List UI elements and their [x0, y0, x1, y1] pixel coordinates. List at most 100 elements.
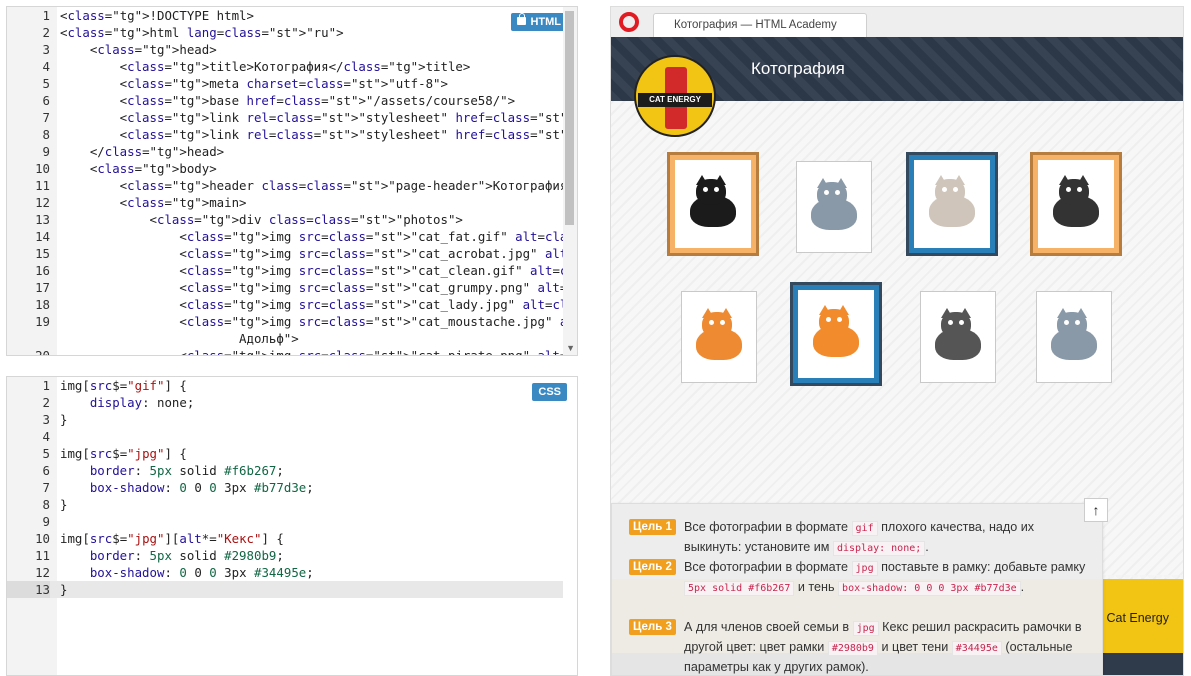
code-line[interactable]: 11 border: 5px solid #2980b9;: [7, 547, 563, 564]
code-line[interactable]: 16 <class="tg">img src=class="st">"cat_c…: [7, 262, 577, 279]
html-editor[interactable]: 1 <class="tg">!DOCTYPE html> 2 <class="tg">…: [6, 6, 578, 356]
code-text[interactable]: <class="tg">img src=class="st">"cat_fat.…: [60, 228, 577, 245]
code-text[interactable]: img[src$="gif"] {: [60, 377, 187, 394]
code-text[interactable]: <class="tg">main>: [60, 194, 247, 211]
code-text[interactable]: <class="tg">img src=class="st">"cat_lady…: [60, 296, 577, 313]
code-text[interactable]: }: [60, 411, 67, 428]
cat-illustration: [692, 308, 746, 364]
scrollbar-thumb[interactable]: [565, 11, 574, 225]
code-line[interactable]: 7 box-shadow: 0 0 0 3px #b77d3e;: [7, 479, 563, 496]
code-line[interactable]: 18 <class="tg">img src=class="st">"cat_l…: [7, 296, 577, 313]
code-line[interactable]: 15 <class="tg">img src=class="st">"cat_a…: [7, 245, 577, 262]
code-line[interactable]: 12 <class="tg">main>: [7, 194, 563, 211]
line-number: 8: [42, 127, 50, 142]
goal-item: Цель 3 А для членов своей семьи в jpg Кек…: [629, 618, 1094, 675]
css-editor[interactable]: 1 img[src$="gif"] {2 display: none; 3} 4 5 im…: [6, 376, 578, 676]
code-line[interactable]: 7 <class="tg">link rel=class="st">"style…: [7, 109, 577, 126]
code-line[interactable]: 1 img[src$="gif"] {: [7, 377, 563, 394]
line-number: 10: [35, 161, 50, 176]
line-number: 9: [42, 514, 50, 529]
cat-illustration: [925, 175, 979, 231]
code-line[interactable]: 11 <class="tg">header class=class="st">"…: [7, 177, 577, 194]
code-text[interactable]: <class="tg">header class=class="st">"pag…: [60, 177, 577, 194]
code-line[interactable]: 8}: [7, 496, 563, 513]
code-text[interactable]: }: [60, 496, 67, 513]
code-text[interactable]: <class="tg">title>Котография</class="tg"…: [60, 58, 471, 75]
code-line[interactable]: 9 </class="tg">head>: [7, 143, 563, 160]
code-line[interactable]: 14 <class="tg">img src=class="st">"cat_f…: [7, 228, 577, 245]
line-number: 12: [35, 195, 50, 210]
code-text[interactable]: <class="tg">link rel=class="st">"stylesh…: [60, 126, 577, 143]
line-number: 2: [42, 25, 50, 40]
code-line[interactable]: 1 <class="tg">!DOCTYPE html>: [7, 7, 563, 24]
line-number: 5: [42, 446, 50, 461]
code-text[interactable]: Адольф">: [60, 330, 299, 347]
code-text[interactable]: border: 5px solid #2980b9;: [60, 547, 284, 564]
code-text[interactable]: img[src$="jpg"] {: [60, 445, 187, 462]
goal-text: А для членов своей семьи в jpg Кекс реши…: [684, 620, 1082, 674]
code-line[interactable]: 19 <class="tg">img src=class="st">"cat_m…: [7, 313, 577, 330]
code-line[interactable]: 6 <class="tg">base href=class="st">"/ass…: [7, 92, 563, 109]
goal-item: Цель 1 Все фотографии в формате gif плохо…: [629, 518, 1094, 558]
line-number: 1: [42, 8, 50, 23]
code-text[interactable]: <class="tg">img src=class="st">"cat_mous…: [60, 313, 577, 330]
code-lines[interactable]: 1 <class="tg">!DOCTYPE html> 2 <class="tg">…: [7, 7, 577, 355]
code-line[interactable]: 13}: [7, 581, 563, 598]
code-line[interactable]: 12 box-shadow: 0 0 0 3px #34495e;: [7, 564, 563, 581]
line-number: 15: [35, 246, 50, 261]
code-line[interactable]: 17 <class="tg">img src=class="st">"cat_g…: [7, 279, 577, 296]
code-line[interactable]: 13 <class="tg">div class=class="st">"pho…: [7, 211, 563, 228]
code-text[interactable]: </class="tg">head>: [60, 143, 224, 160]
code-text[interactable]: <class="tg">body>: [60, 160, 217, 177]
logo-ribbon: CAT ENERGY: [638, 93, 712, 107]
code-line[interactable]: 5 img[src$="jpg"] {: [7, 445, 563, 462]
code-text[interactable]: img[src$="jpg"][alt*="Кекс"] {: [60, 530, 284, 547]
code-text[interactable]: <class="tg">meta charset=class="st">"utf…: [60, 75, 448, 92]
code-text[interactable]: <class="tg">link rel=class="st">"stylesh…: [60, 109, 577, 126]
page-viewport: Котография CAT ENERGY Cat Energy Цель 1 В…: [611, 37, 1183, 675]
code-line[interactable]: 4: [7, 428, 563, 445]
code-line[interactable]: 4 <class="tg">title>Котография</class="t…: [7, 58, 563, 75]
code-text[interactable]: box-shadow: 0 0 0 3px #b77d3e;: [60, 479, 314, 496]
code-line[interactable]: 3 <class="tg">head>: [7, 41, 563, 58]
photo-cat-pirate: [681, 291, 757, 383]
code-line[interactable]: 10 <class="tg">body>: [7, 160, 563, 177]
code-text[interactable]: }: [60, 581, 67, 598]
code-line[interactable]: 2 <class="tg">html lang=class="st">"ru">: [7, 24, 563, 41]
code-text[interactable]: <class="tg">base href=class="st">"/asset…: [60, 92, 515, 109]
code-text[interactable]: box-shadow: 0 0 0 3px #34495e;: [60, 564, 314, 581]
code-line[interactable]: 8 <class="tg">link rel=class="st">"style…: [7, 126, 577, 143]
code-line[interactable]: 2 display: none;: [7, 394, 563, 411]
code-lines[interactable]: 1 img[src$="gif"] {2 display: none; 3} 4 5 im…: [7, 377, 563, 675]
code-text[interactable]: <class="tg">html lang=class="st">"ru">: [60, 24, 344, 41]
browser-tab[interactable]: Котография — HTML Academy: [653, 13, 867, 37]
scroll-down-icon[interactable]: ▼: [566, 343, 575, 353]
line-number: 6: [42, 463, 50, 478]
code-line[interactable]: 6 border: 5px solid #f6b267;: [7, 462, 563, 479]
code-line[interactable]: 10 img[src$="jpg"][alt*="Кекс"] {: [7, 530, 563, 547]
code-line[interactable]: 20 <class="tg">img src=class="st">"cat_p…: [7, 347, 577, 355]
line-number: 11: [35, 548, 50, 563]
code-text[interactable]: <class="tg">img src=class="st">"cat_acro…: [60, 245, 577, 262]
scroll-up-button[interactable]: ↑: [1084, 498, 1108, 522]
code-text[interactable]: <class="tg">!DOCTYPE html>: [60, 7, 254, 24]
code-text[interactable]: border: 5px solid #f6b267;: [60, 462, 284, 479]
goal-badge: Цель 2: [629, 559, 676, 575]
code-text[interactable]: <class="tg">img src=class="st">"cat_grum…: [60, 279, 577, 296]
opera-icon: [619, 12, 639, 32]
code-line[interactable]: 9: [7, 513, 563, 530]
code-line[interactable]: 3}: [7, 411, 563, 428]
line-number: 5: [42, 76, 50, 91]
code-text[interactable]: display: none;: [60, 394, 194, 411]
code-text[interactable]: <class="tg">head>: [60, 41, 217, 58]
code-line[interactable]: Адольф">: [7, 330, 563, 347]
line-number: 7: [42, 480, 50, 495]
cat-illustration: [1047, 308, 1101, 364]
scrollbar[interactable]: ▼: [563, 7, 577, 355]
code-text[interactable]: <class="tg">div class=class="st">"photos…: [60, 211, 463, 228]
code-line[interactable]: 5 <class="tg">meta charset=class="st">"u…: [7, 75, 563, 92]
code-text[interactable]: <class="tg">img src=class="st">"cat_clea…: [60, 262, 577, 279]
browser-topbar: Котография — HTML Academy: [611, 7, 1183, 37]
inline-code: #34495e: [951, 641, 1002, 656]
code-text[interactable]: <class="tg">img src=class="st">"cat_pira…: [60, 347, 577, 355]
